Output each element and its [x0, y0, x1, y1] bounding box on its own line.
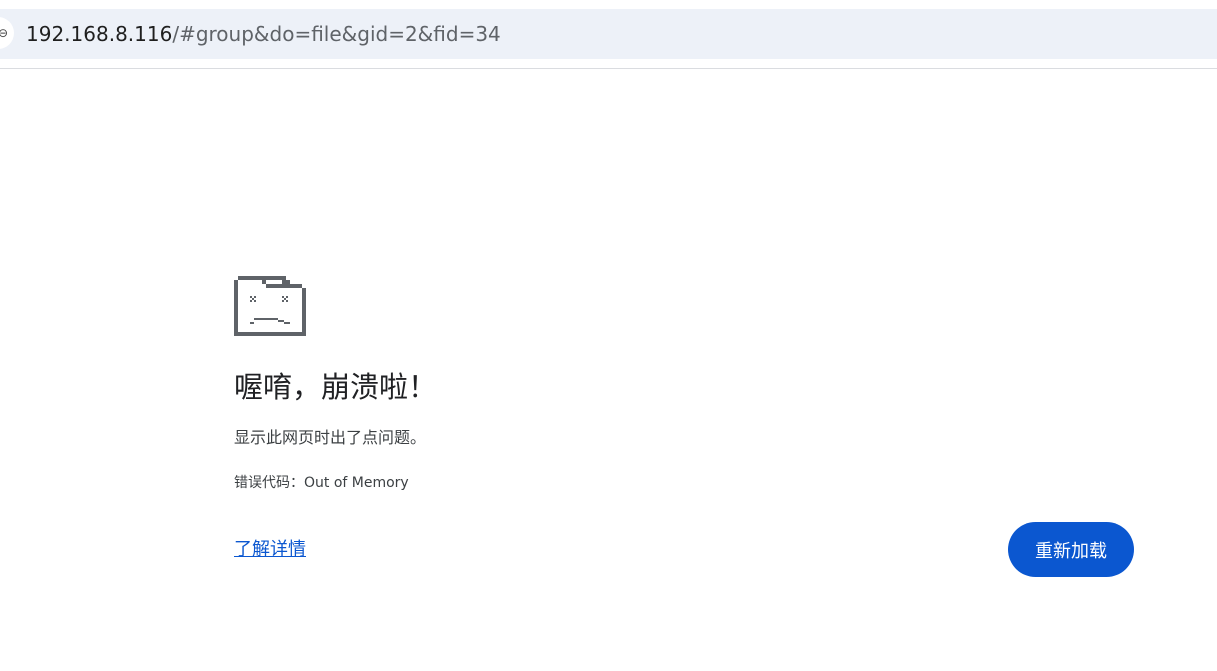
error-message: 显示此网页时出了点问题。	[234, 428, 427, 447]
address-bar[interactable]: ⊖ 192.168.8.116/#group&do=file&gid=2&fid…	[0, 9, 1217, 59]
learn-more-link[interactable]: 了解详情	[234, 538, 306, 562]
url-host: 192.168.8.116	[26, 22, 173, 46]
url-path: /#group&do=file&gid=2&fid=34	[172, 22, 501, 46]
site-info-icon[interactable]: ⊖	[0, 17, 14, 49]
sad-folder-icon	[234, 276, 306, 336]
error-title: 喔唷，崩溃啦！	[234, 370, 438, 404]
error-code: 错误代码：Out of Memory	[234, 475, 409, 491]
browser-toolbar: ⊖ 192.168.8.116/#group&do=file&gid=2&fid…	[0, 0, 1217, 69]
url-text[interactable]: 192.168.8.116/#group&do=file&gid=2&fid=3…	[26, 21, 501, 47]
reload-button[interactable]: 重新加载	[1008, 522, 1134, 577]
